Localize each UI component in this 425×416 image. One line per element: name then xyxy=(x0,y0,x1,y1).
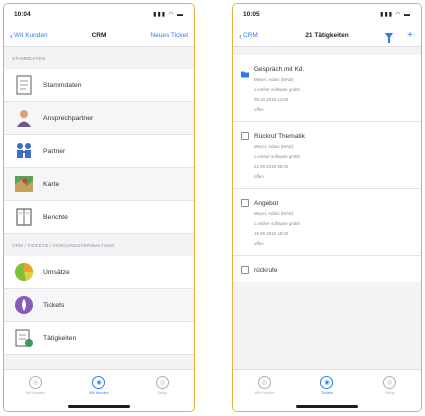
section-header-stammdaten: STAMMDATEN xyxy=(12,56,46,61)
activity-title-row: Angebot xyxy=(241,197,413,209)
tab-setup[interactable]: ◎ Setup xyxy=(365,376,415,411)
signal-wifi-battery-icon: ▮▮▮ ◠ ▬ xyxy=(380,12,411,18)
setup-tab-icon: ◎ xyxy=(383,376,397,389)
activity-status: offen xyxy=(254,241,264,246)
activity-title-row: rückrufe xyxy=(241,264,413,276)
tab-label: Tickets xyxy=(321,391,333,395)
menu-label: Umsätze xyxy=(43,268,70,276)
tab-setup[interactable]: ◎ Setup xyxy=(137,376,187,411)
activity-company: c.enther software gmbh xyxy=(254,87,300,92)
filter-icon[interactable] xyxy=(385,32,394,43)
list-item[interactable]: Rückruf Thematik Meyer, Adam (MAD) c.ent… xyxy=(233,122,421,189)
activity-date: 09.10.2018 14:00 xyxy=(254,97,289,102)
tab-label: Setup xyxy=(157,391,168,395)
activity-title: Gespräch mit Kd. xyxy=(254,65,305,73)
chevron-left-icon: ‹ xyxy=(239,30,242,41)
menu-label: Berichte xyxy=(43,213,68,221)
add-icon[interactable]: + xyxy=(407,30,413,41)
section-header-crm: CRM / TICKETS / VORGANGSVERWALTUNG xyxy=(12,243,115,248)
activity-company: c.enther software gmbh xyxy=(254,221,300,226)
home-indicator[interactable] xyxy=(296,405,358,408)
activity-title: Rückruf Thematik xyxy=(254,132,305,140)
pie-chart-icon xyxy=(13,261,35,283)
status-time: 10:04 xyxy=(14,11,31,18)
back-button[interactable]: ‹ Wit Kunden xyxy=(4,31,66,41)
menu-label: Ansprechpartner xyxy=(43,114,94,122)
back-button[interactable]: ‹ CRM xyxy=(233,31,295,41)
activity-title-row: Gespräch mit Kd. xyxy=(241,63,413,78)
tab-bar: ◎ Wit Kunden ◉ Wit Kunden ◎ Setup xyxy=(4,369,194,411)
back-label: CRM xyxy=(243,32,258,39)
menu-label: Stammdaten xyxy=(43,81,82,89)
list-item[interactable]: Angebot Meyer, Adam (MAD) c.enther softw… xyxy=(233,189,421,256)
nav-actions: + xyxy=(385,30,413,43)
activity-assignee: Meyer, Adam (MAD) xyxy=(254,77,294,82)
menu-item-umsaetze[interactable]: Umsätze xyxy=(4,256,194,289)
checkbox-icon[interactable] xyxy=(241,199,249,207)
status-bar: 10:04 ▮▮▮ ◠ ▬ xyxy=(4,4,194,25)
signal-wifi-battery-icon: ▮▮▮ ◠ ▬ xyxy=(153,12,184,18)
new-ticket-button[interactable]: Neues Ticket xyxy=(150,32,188,39)
status-time: 10:05 xyxy=(243,11,260,18)
back-label: Wit Kunden xyxy=(14,32,48,39)
tab-bar: ◎ Wit Kunden ◉ Tickets ◎ Setup xyxy=(233,369,421,411)
checkbox-icon[interactable] xyxy=(241,132,249,140)
customers-tab-icon: ◎ xyxy=(29,376,43,389)
menu-label: Karte xyxy=(43,180,60,188)
menu-item-tickets[interactable]: Tickets xyxy=(4,289,194,322)
activity-date: 22.09.2018 09:00 xyxy=(254,164,289,169)
activity-status: offen xyxy=(254,107,264,112)
folder-icon xyxy=(241,65,249,78)
menu-label: Tickets xyxy=(43,301,65,309)
menu-item-berichte[interactable]: Berichte xyxy=(4,201,194,234)
menu-item-ansprechpartner[interactable]: Ansprechpartner xyxy=(4,102,194,135)
map-icon xyxy=(13,173,35,195)
menu-list-stammdaten: Stammdaten Ansprechpartner Partner Karte… xyxy=(4,69,194,234)
menu-item-taetigkeiten[interactable]: Tätigkeiten xyxy=(4,322,194,355)
person-icon xyxy=(13,107,35,129)
setup-tab-icon: ◎ xyxy=(155,376,169,389)
status-bar: 10:05 ▮▮▮ ◠ ▬ xyxy=(233,4,421,25)
chevron-left-icon: ‹ xyxy=(10,30,13,41)
navigation-bar: ‹ Wit Kunden CRM Neues Ticket xyxy=(4,25,194,47)
crm-tab-icon: ◉ xyxy=(92,376,106,389)
tasks-icon xyxy=(13,327,35,349)
ticket-icon xyxy=(13,294,35,316)
activity-title-row: Rückruf Thematik xyxy=(241,130,413,142)
phone-activities-list: 10:05 ▮▮▮ ◠ ▬ ‹ CRM 21 Tätigkeiten + Ges… xyxy=(232,3,422,412)
document-icon xyxy=(13,74,35,96)
activity-assignee: Meyer, Adam (MAD) xyxy=(254,144,294,149)
menu-item-stammdaten[interactable]: Stammdaten xyxy=(4,69,194,102)
activity-assignee: Meyer, Adam (MAD) xyxy=(254,211,294,216)
tab-label: Wit Kunden xyxy=(89,391,109,395)
tab-wit-kunden[interactable]: ◎ Wit Kunden xyxy=(11,376,61,411)
tab-wit-kunden[interactable]: ◎ Wit Kunden xyxy=(239,376,289,411)
tickets-tab-icon: ◉ xyxy=(320,376,334,389)
checkbox-icon[interactable] xyxy=(241,266,249,274)
activity-company: c.enther software gmbh xyxy=(254,154,300,159)
navigation-bar: ‹ CRM 21 Tätigkeiten + xyxy=(233,25,421,47)
menu-item-karte[interactable]: Karte xyxy=(4,168,194,201)
home-indicator[interactable] xyxy=(68,405,130,408)
tab-label: Wit Kunden xyxy=(25,391,46,395)
menu-label: Partner xyxy=(43,147,66,155)
activity-date: 16.09.2018 15:00 xyxy=(254,231,289,236)
activity-title: rückrufe xyxy=(254,266,278,274)
list-item[interactable]: rückrufe xyxy=(233,256,421,282)
activity-list: Gespräch mit Kd. Meyer, Adam (MAD) c.ent… xyxy=(233,55,421,282)
tab-label: Wit Kunden xyxy=(254,391,275,395)
phone-crm-menu: 10:04 ▮▮▮ ◠ ▬ ‹ Wit Kunden CRM Neues Tic… xyxy=(3,3,195,412)
book-icon xyxy=(13,206,35,228)
activity-status: offen xyxy=(254,174,264,179)
menu-list-crm: Umsätze Tickets Tätigkeiten xyxy=(4,256,194,355)
menu-item-partner[interactable]: Partner xyxy=(4,135,194,168)
customers-tab-icon: ◎ xyxy=(257,376,271,389)
activity-title: Angebot xyxy=(254,199,279,207)
menu-label: Tätigkeiten xyxy=(43,334,77,342)
people-icon xyxy=(13,140,35,162)
list-item[interactable]: Gespräch mit Kd. Meyer, Adam (MAD) c.ent… xyxy=(233,55,421,122)
tab-label: Setup xyxy=(384,391,395,395)
